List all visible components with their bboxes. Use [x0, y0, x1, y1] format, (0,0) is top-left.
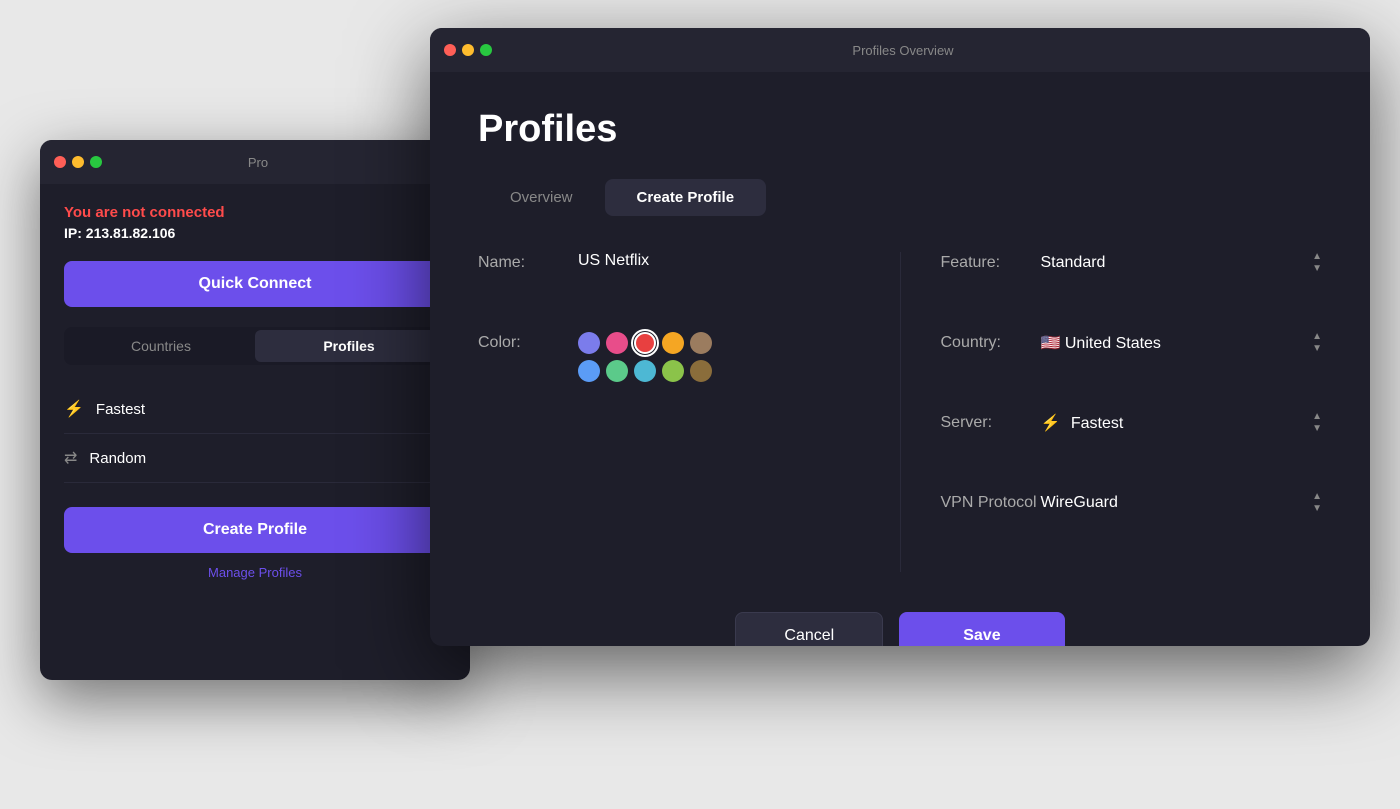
server-value-group: ⚡ Fastest ▲ ▼	[1041, 412, 1323, 434]
stepper-down-icon[interactable]: ▼	[1312, 264, 1322, 274]
cancel-button[interactable]: Cancel	[735, 612, 883, 646]
country-row: Country: 🇺🇸 United States ▲ ▼	[941, 332, 1323, 380]
manage-profiles-link[interactable]: Manage Profiles	[64, 565, 446, 580]
random-icon: ⇄	[64, 448, 77, 468]
server-lightning-icon: ⚡	[1041, 415, 1061, 432]
list-item[interactable]: ⚡ Fastest	[64, 385, 446, 434]
color-swatch-green[interactable]	[606, 360, 628, 382]
main-tabs: Countries Profiles	[64, 327, 446, 365]
vpn-protocol-stepper[interactable]: ▲ ▼	[1312, 492, 1322, 514]
vpn-protocol-value-group: WireGuard ▲ ▼	[1041, 492, 1323, 514]
bg-content: You are not connected IP: 213.81.82.106 …	[40, 184, 470, 600]
stepper-up-icon[interactable]: ▲	[1312, 492, 1322, 502]
server-stepper[interactable]: ▲ ▼	[1312, 412, 1322, 434]
background-window: Pro You are not connected IP: 213.81.82.…	[40, 140, 470, 680]
quick-connect-button[interactable]: Quick Connect	[64, 261, 446, 307]
color-label: Color:	[478, 332, 578, 352]
color-swatch-brown[interactable]	[690, 332, 712, 354]
save-button[interactable]: Save	[899, 612, 1064, 646]
color-swatches	[578, 332, 712, 382]
stepper-up-icon[interactable]: ▲	[1312, 332, 1322, 342]
server-label: Server:	[941, 412, 1041, 432]
color-swatch-orange[interactable]	[662, 332, 684, 354]
vpn-protocol-row: VPN Protocol WireGuard ▲ ▼	[941, 492, 1323, 540]
fg-close-button[interactable]	[444, 44, 456, 56]
color-swatch-darkbrown[interactable]	[690, 360, 712, 382]
name-row: Name: US Netflix	[478, 252, 860, 300]
color-swatch-blue[interactable]	[578, 332, 600, 354]
bg-window-title: Pro	[110, 155, 406, 170]
tab-create-profile[interactable]: Create Profile	[605, 179, 767, 216]
fg-titlebar: Profiles Overview	[430, 28, 1370, 72]
create-profile-button[interactable]: Create Profile	[64, 507, 446, 553]
profile-list: ⚡ Fastest ⇄ Random	[64, 385, 446, 483]
tab-countries[interactable]: Countries	[67, 330, 255, 362]
close-button[interactable]	[54, 156, 66, 168]
profile-fastest-label: Fastest	[96, 401, 145, 418]
color-swatch-pink[interactable]	[606, 332, 628, 354]
stepper-down-icon[interactable]: ▼	[1312, 504, 1322, 514]
color-swatch-lime[interactable]	[662, 360, 684, 382]
country-flag: 🇺🇸	[1041, 335, 1061, 352]
server-value: ⚡ Fastest	[1041, 413, 1313, 433]
feature-value: Standard	[1041, 254, 1313, 272]
minimize-button[interactable]	[72, 156, 84, 168]
fg-traffic-lights	[444, 44, 492, 56]
maximize-button[interactable]	[90, 156, 102, 168]
vpn-protocol-label: VPN Protocol	[941, 492, 1041, 512]
country-label: Country:	[941, 332, 1041, 352]
traffic-lights	[54, 156, 102, 168]
feature-row: Feature: Standard ▲ ▼	[941, 252, 1323, 300]
fg-maximize-button[interactable]	[480, 44, 492, 56]
feature-stepper[interactable]: ▲ ▼	[1312, 252, 1322, 274]
color-swatch-lightblue[interactable]	[578, 360, 600, 382]
fg-minimize-button[interactable]	[462, 44, 474, 56]
feature-value-group: Standard ▲ ▼	[1041, 252, 1323, 274]
country-stepper[interactable]: ▲ ▼	[1312, 332, 1322, 354]
feature-label: Feature:	[941, 252, 1041, 272]
form-layout: Name: US Netflix Color:	[478, 252, 1322, 572]
form-right: Feature: Standard ▲ ▼ Country: 🇺🇸	[900, 252, 1323, 572]
name-value: US Netflix	[578, 252, 860, 270]
tab-profiles[interactable]: Profiles	[255, 330, 443, 362]
connection-status: You are not connected	[64, 204, 446, 221]
fg-content: Profiles Overview Create Profile Name: U…	[430, 72, 1370, 646]
stepper-down-icon[interactable]: ▼	[1312, 344, 1322, 354]
lightning-icon: ⚡	[64, 399, 84, 419]
form-actions: Cancel Save	[478, 612, 1322, 646]
name-label: Name:	[478, 252, 578, 272]
server-row: Server: ⚡ Fastest ▲ ▼	[941, 412, 1323, 460]
color-swatch-red[interactable]	[634, 332, 656, 354]
country-value-group: 🇺🇸 United States ▲ ▼	[1041, 332, 1323, 354]
stepper-up-icon[interactable]: ▲	[1312, 252, 1322, 262]
stepper-down-icon[interactable]: ▼	[1312, 424, 1322, 434]
country-value: 🇺🇸 United States	[1041, 333, 1313, 353]
stepper-up-icon[interactable]: ▲	[1312, 412, 1322, 422]
ip-display: IP: 213.81.82.106	[64, 225, 446, 241]
profile-random-label: Random	[89, 450, 146, 467]
vpn-protocol-value: WireGuard	[1041, 494, 1313, 512]
page-title: Profiles	[478, 108, 1322, 151]
bg-titlebar: Pro	[40, 140, 470, 184]
tab-overview[interactable]: Overview	[478, 179, 605, 216]
form-left: Name: US Netflix Color:	[478, 252, 900, 572]
list-item[interactable]: ⇄ Random	[64, 434, 446, 483]
color-swatch-teal[interactable]	[634, 360, 656, 382]
color-row: Color:	[478, 332, 860, 382]
profiles-overview-window: Profiles Overview Profiles Overview Crea…	[430, 28, 1370, 646]
fg-tabs: Overview Create Profile	[478, 179, 1322, 216]
fg-window-title: Profiles Overview	[500, 43, 1306, 58]
